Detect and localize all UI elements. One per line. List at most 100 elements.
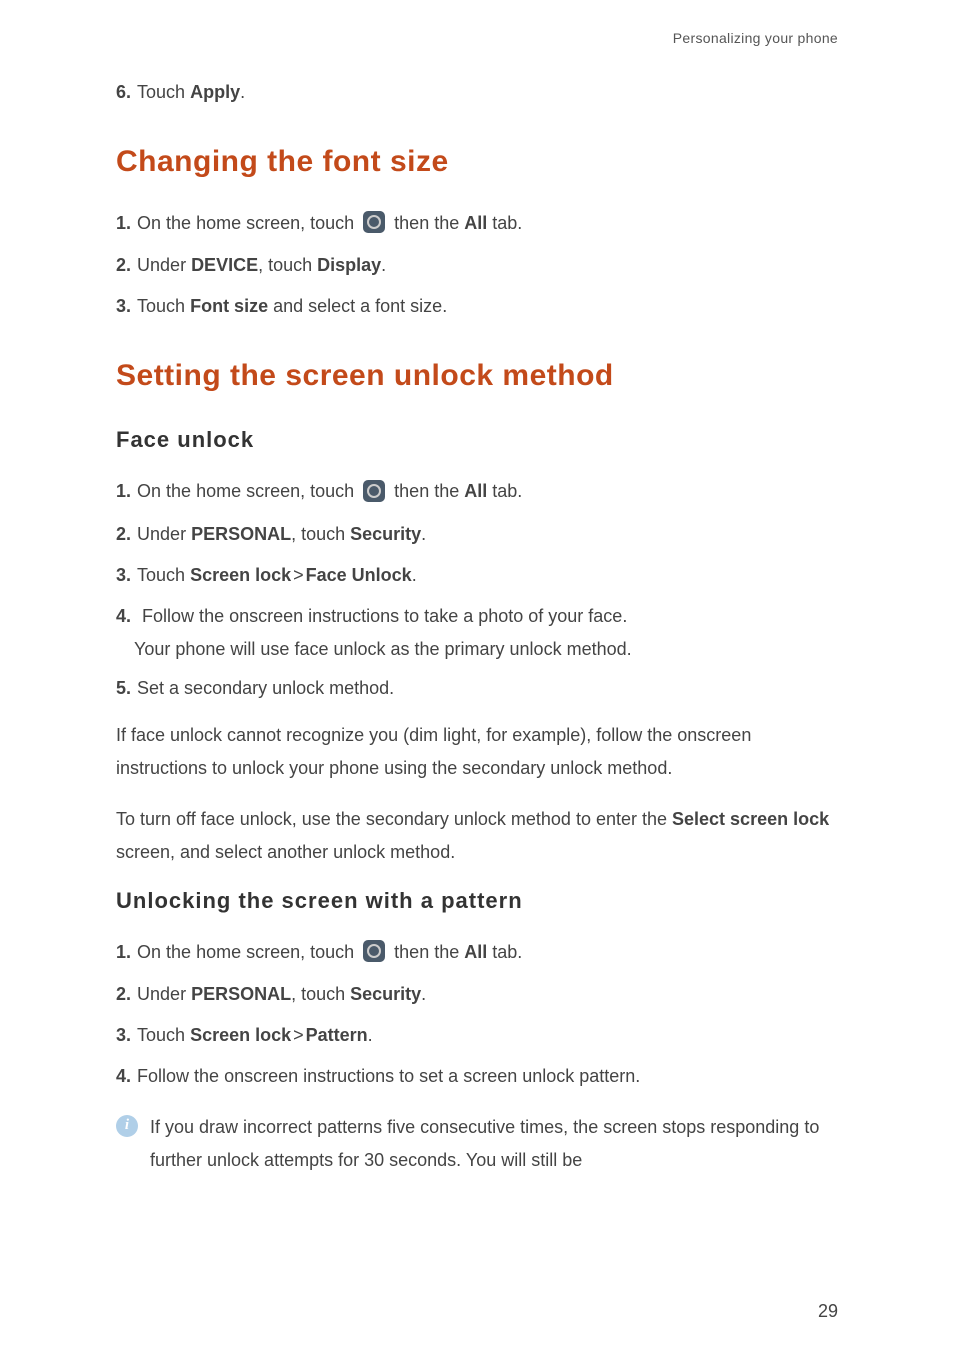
text: . xyxy=(412,565,417,585)
bold-apply: Apply xyxy=(190,82,240,102)
text: Touch xyxy=(137,82,190,102)
step-3: 3 Touch Screen lock>Face Unlock. xyxy=(116,565,838,586)
step-text: Touch Screen lock>Face Unlock. xyxy=(137,565,417,586)
text: , touch xyxy=(291,984,350,1004)
info-text: If you draw incorrect patterns five cons… xyxy=(150,1111,838,1178)
text: and select a font size. xyxy=(268,296,447,316)
step-2: 2 Under PERSONAL, touch Security. xyxy=(116,524,838,545)
text: On the home screen, touch xyxy=(137,942,359,962)
text: . xyxy=(421,524,426,544)
step-text: Follow the onscreen instructions to take… xyxy=(142,606,627,626)
text: . xyxy=(368,1025,373,1045)
step-3: 3 Touch Font size and select a font size… xyxy=(116,296,838,317)
step-number: 6 xyxy=(116,82,131,103)
step-number: 1 xyxy=(116,481,131,502)
heading-changing-font-size: Changing the font size xyxy=(116,145,838,179)
text: screen, and select another unlock method… xyxy=(116,842,455,862)
step-number: 2 xyxy=(116,255,131,276)
step-number: 2 xyxy=(116,984,131,1005)
text: To turn off face unlock, use the seconda… xyxy=(116,809,672,829)
step-number: 1 xyxy=(116,942,131,963)
settings-icon xyxy=(363,211,385,233)
bold-screen-lock: Screen lock xyxy=(190,565,291,585)
step-text-continuation: Your phone will use face unlock as the p… xyxy=(134,639,838,660)
settings-icon xyxy=(363,940,385,962)
bold-display: Display xyxy=(317,255,381,275)
bold-all: All xyxy=(464,481,487,501)
text: On the home screen, touch xyxy=(137,481,359,501)
info-note: i If you draw incorrect patterns five co… xyxy=(116,1111,838,1178)
step-number: 3 xyxy=(116,1025,131,1046)
bold-select-screen-lock: Select screen lock xyxy=(672,809,829,829)
step-text: Under PERSONAL, touch Security. xyxy=(137,984,426,1005)
step-number: 3 xyxy=(116,296,131,317)
step-text: Touch Apply. xyxy=(137,82,245,103)
settings-icon xyxy=(363,480,385,502)
step-1: 1 On the home screen, touch then the All… xyxy=(116,942,838,964)
step-text: Under DEVICE, touch Display. xyxy=(137,255,386,276)
text: , touch xyxy=(291,524,350,544)
page-header: Personalizing your phone xyxy=(116,30,838,46)
gt-symbol: > xyxy=(293,565,304,585)
subheading-face-unlock: Face unlock xyxy=(116,427,838,453)
step-text: Touch Screen lock>Pattern. xyxy=(137,1025,373,1046)
gt-symbol: > xyxy=(293,1025,304,1045)
step-text: Follow the onscreen instructions to set … xyxy=(137,1066,640,1087)
text: Touch xyxy=(137,296,190,316)
page-number: 29 xyxy=(818,1301,838,1322)
text: On the home screen, touch xyxy=(137,213,359,233)
bold-personal: PERSONAL xyxy=(191,984,291,1004)
step-text: On the home screen, touch then the All t… xyxy=(137,481,522,503)
step-2: 2 Under DEVICE, touch Display. xyxy=(116,255,838,276)
step-3: 3 Touch Screen lock>Pattern. xyxy=(116,1025,838,1046)
text: tab. xyxy=(487,481,522,501)
text: Under xyxy=(137,984,191,1004)
bold-security: Security xyxy=(350,984,421,1004)
bold-personal: PERSONAL xyxy=(191,524,291,544)
bold-pattern: Pattern xyxy=(306,1025,368,1045)
bold-all: All xyxy=(464,213,487,233)
text: , touch xyxy=(258,255,317,275)
step-text: On the home screen, touch then the All t… xyxy=(137,942,522,964)
text: Under xyxy=(137,255,191,275)
step-number: 4 xyxy=(116,1066,131,1087)
text: then the xyxy=(389,213,464,233)
subheading-pattern-unlock: Unlocking the screen with a pattern xyxy=(116,888,838,914)
step-4: 4 Follow the onscreen instructions to ta… xyxy=(116,606,838,660)
step-number: 1 xyxy=(116,213,131,234)
text: Under xyxy=(137,524,191,544)
step-text: Touch Font size and select a font size. xyxy=(137,296,447,317)
bold-screen-lock: Screen lock xyxy=(190,1025,291,1045)
text: tab. xyxy=(487,213,522,233)
text: Touch xyxy=(137,1025,190,1045)
step-2: 2 Under PERSONAL, touch Security. xyxy=(116,984,838,1005)
text: . xyxy=(421,984,426,1004)
text: then the xyxy=(389,942,464,962)
step-number: 3 xyxy=(116,565,131,586)
step-number: 5 xyxy=(116,678,131,699)
step-5: 5 Set a secondary unlock method. xyxy=(116,678,838,699)
step-number: 4 xyxy=(116,606,131,626)
text: then the xyxy=(389,481,464,501)
bold-device: DEVICE xyxy=(191,255,258,275)
text: . xyxy=(381,255,386,275)
step-text: Under PERSONAL, touch Security. xyxy=(137,524,426,545)
step-1: 1 On the home screen, touch then the All… xyxy=(116,213,838,235)
text: tab. xyxy=(487,942,522,962)
info-icon: i xyxy=(116,1115,138,1137)
bold-font-size: Font size xyxy=(190,296,268,316)
step-4: 4 Follow the onscreen instructions to se… xyxy=(116,1066,838,1087)
text: Touch xyxy=(137,565,190,585)
step-number: 2 xyxy=(116,524,131,545)
step-text: On the home screen, touch then the All t… xyxy=(137,213,522,235)
step-1: 1 On the home screen, touch then the All… xyxy=(116,481,838,503)
bold-face-unlock: Face Unlock xyxy=(306,565,412,585)
text: . xyxy=(240,82,245,102)
step-6: 6 Touch Apply. xyxy=(116,82,838,103)
bold-security: Security xyxy=(350,524,421,544)
bold-all: All xyxy=(464,942,487,962)
step-text: Set a secondary unlock method. xyxy=(137,678,394,699)
paragraph-face-unlock-note: If face unlock cannot recognize you (dim… xyxy=(116,719,838,786)
heading-setting-screen-unlock: Setting the screen unlock method xyxy=(116,359,838,393)
paragraph-face-unlock-off: To turn off face unlock, use the seconda… xyxy=(116,803,838,870)
